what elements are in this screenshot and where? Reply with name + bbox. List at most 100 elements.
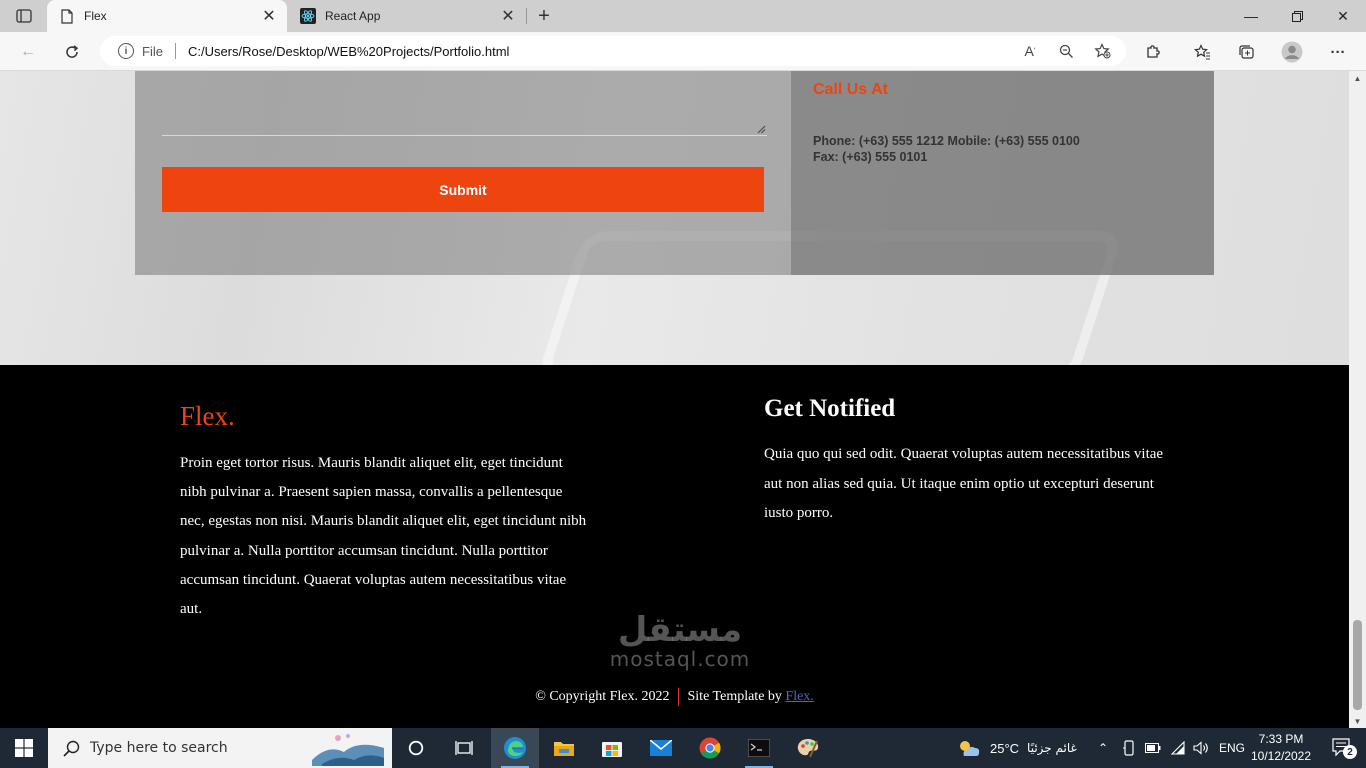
taskbar-edge[interactable] [491, 728, 539, 768]
taskbar-file-explorer[interactable] [540, 728, 588, 768]
tab-divider [526, 8, 527, 24]
terminal-icon [748, 739, 770, 757]
favorites-button[interactable] [1187, 38, 1217, 66]
taskbar-terminal[interactable] [735, 728, 783, 768]
taskbar-search-box[interactable]: Type here to search [48, 728, 392, 768]
chevron-up-icon: ⌃ [1098, 741, 1109, 755]
tray-battery[interactable] [1145, 728, 1161, 768]
minimize-button[interactable]: — [1228, 0, 1274, 32]
task-view-icon [455, 741, 473, 755]
clock-date: 10/12/2022 [1250, 749, 1312, 763]
paint-palette-icon [797, 739, 819, 758]
info-icon[interactable]: i [118, 43, 134, 59]
tab-strip: Flex ✕ React App ✕ + — ✕ [0, 0, 1366, 32]
fax-line: Fax: (+63) 555 0101 [813, 150, 928, 164]
clock-time: 7:33 PM [1258, 732, 1304, 746]
refresh-button[interactable] [58, 38, 86, 66]
message-textarea[interactable] [162, 135, 767, 136]
more-menu-button[interactable]: ··· [1323, 38, 1353, 66]
submit-button[interactable]: Submit [162, 167, 764, 212]
phone-link-icon [1123, 740, 1134, 756]
windows-logo-icon [15, 739, 33, 757]
tray-wifi[interactable] [1170, 728, 1186, 768]
phone-line: Phone: (+63) 555 1212 Mobile: (+63) 555 … [813, 134, 1080, 148]
search-placeholder: Type here to search [90, 740, 228, 756]
more-icon: ··· [1330, 43, 1346, 61]
taskbar-chrome[interactable] [686, 728, 734, 768]
tab-actions-button[interactable] [8, 4, 40, 28]
close-icon: ✕ [1337, 7, 1349, 24]
minimize-icon: — [1244, 8, 1258, 24]
taskbar-clock[interactable]: 7:33 PM 10/12/2022 [1246, 731, 1316, 765]
collections-button[interactable] [1231, 38, 1261, 66]
chrome-icon [699, 737, 721, 759]
cortana-button[interactable] [392, 728, 440, 768]
back-arrow-icon: ← [20, 43, 36, 60]
close-tab-icon[interactable]: ✕ [257, 4, 281, 28]
watermark-arabic: مستقل [617, 610, 743, 650]
scroll-down-icon[interactable]: ▼ [1349, 714, 1366, 728]
start-button[interactable] [0, 728, 48, 768]
favorites-icon [1193, 44, 1210, 60]
template-author-link[interactable]: Flex. [785, 689, 813, 704]
notification-center-button[interactable]: 2 [1332, 736, 1358, 760]
zoom-icon[interactable] [1054, 39, 1078, 63]
read-aloud-icon[interactable]: Aʼ [1018, 39, 1042, 63]
mail-icon [650, 740, 672, 756]
extensions-button[interactable] [1138, 38, 1168, 66]
battery-icon [1145, 743, 1161, 753]
new-tab-button[interactable]: + [531, 4, 557, 28]
tab-actions-icon [16, 9, 32, 23]
taskbar-paint[interactable] [784, 728, 832, 768]
windows-taskbar: Type here to search 25°C غائم جزئيًا ⌃ E… [0, 728, 1366, 768]
template-by-text: Site Template by [687, 689, 782, 705]
weather-condition: غائم جزئيًا [1027, 741, 1077, 755]
temperature: 25°C [990, 740, 1020, 756]
weather-widget[interactable]: 25°C غائم جزئيًا [956, 728, 1077, 768]
get-notified-text: Quia quo qui sed odit. Quaerat voluptas … [764, 446, 1164, 521]
search-icon [62, 739, 80, 757]
tab-flex[interactable]: Flex ✕ [47, 0, 287, 32]
site-footer: Flex. Proin eget tortor risus. Mauris bl… [0, 365, 1349, 728]
watermark-latin: mostaql.com [609, 647, 751, 671]
add-favorite-icon[interactable] [1090, 39, 1114, 63]
footer-brand: Flex. [180, 401, 235, 431]
taskbar-mail[interactable] [637, 728, 685, 768]
tab-react-app[interactable]: React App ✕ [288, 0, 526, 32]
puzzle-icon [1147, 45, 1160, 58]
copyright-line: © Copyright Flex. 2022 Site Template by … [0, 688, 1349, 706]
close-tab-icon[interactable]: ✕ [496, 4, 520, 28]
scrollbar-thumb[interactable] [1353, 620, 1362, 710]
language-indicator: ENG [1219, 741, 1246, 755]
wifi-icon [1170, 741, 1185, 755]
back-button[interactable]: ← [14, 38, 42, 66]
text-cursor [678, 688, 679, 706]
resize-grip-icon[interactable] [757, 125, 766, 134]
security-label: File [142, 43, 163, 59]
tray-volume[interactable] [1193, 728, 1209, 768]
tray-overflow-button[interactable]: ⌃ [1098, 728, 1108, 768]
restore-icon [1291, 10, 1303, 22]
react-logo-icon [300, 8, 316, 24]
task-view-button[interactable] [440, 728, 488, 768]
profile-button[interactable] [1277, 38, 1307, 66]
scroll-up-icon[interactable]: ▲ [1349, 71, 1366, 85]
close-window-button[interactable]: ✕ [1320, 0, 1366, 32]
taskbar-store[interactable] [588, 728, 636, 768]
page-icon [59, 8, 75, 24]
address-field[interactable]: i File C:/Users/Rose/Desktop/WEB%20Proje… [100, 36, 1126, 66]
restore-button[interactable] [1274, 0, 1320, 32]
folder-icon [554, 742, 574, 756]
contact-info-panel [791, 71, 1214, 275]
vertical-scrollbar[interactable]: ▲ ▼ [1349, 71, 1366, 728]
volume-icon [1193, 741, 1208, 755]
phone-info: Phone: (+63) 555 1212 Mobile: (+63) 555 … [813, 133, 1173, 165]
cortana-circle-icon [408, 740, 424, 756]
notification-badge: 2 [1343, 745, 1357, 759]
collections-icon [1238, 45, 1254, 59]
tray-language[interactable]: ENG [1219, 728, 1245, 768]
url-text[interactable]: C:/Users/Rose/Desktop/WEB%20Projects/Por… [188, 44, 1018, 59]
call-us-heading: Call Us At [813, 81, 888, 98]
store-icon [602, 742, 622, 757]
tray-meet-now[interactable] [1122, 728, 1136, 768]
